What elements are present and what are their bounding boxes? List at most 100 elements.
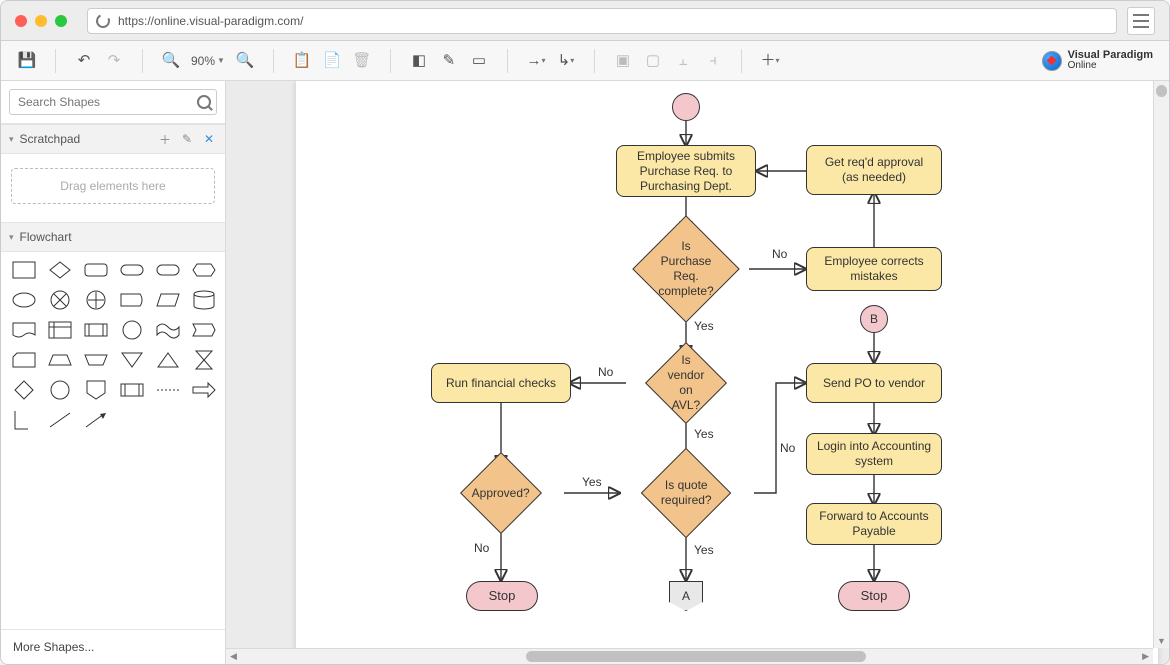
scroll-right-icon[interactable]: ▶	[1142, 649, 1149, 664]
horizontal-scrollbar[interactable]: ◀ ▶	[226, 648, 1153, 664]
edge-label-approved-yes: Yes	[582, 475, 602, 489]
node-avl-q-label: Is vendor on AVL?	[666, 353, 706, 413]
shape-offpage[interactable]	[83, 380, 109, 400]
node-start[interactable]	[672, 93, 700, 121]
edge-label-quote-no: No	[780, 441, 795, 455]
node-forward-ap[interactable]: Forward to Accounts Payable	[806, 503, 942, 545]
zoom-level[interactable]: 90%▼	[187, 54, 229, 68]
line-color-button[interactable]: ✎	[435, 47, 463, 75]
node-connector-b[interactable]: B	[860, 305, 888, 333]
node-stop-left[interactable]: Stop	[466, 581, 538, 611]
vscroll-thumb[interactable]	[1156, 85, 1167, 97]
align-button[interactable]: ⫠	[669, 47, 697, 75]
shape-line[interactable]	[47, 410, 73, 430]
scratchpad-header[interactable]: ▾ Scratchpad ＋ ✎ ✕	[1, 124, 225, 154]
shape-internal[interactable]	[47, 320, 73, 340]
node-complete-q[interactable]: Is Purchase Req. complete?	[632, 215, 739, 322]
shape-flag[interactable]	[191, 320, 217, 340]
hscroll-thumb[interactable]	[526, 651, 866, 662]
fill-color-button[interactable]: ◧	[405, 47, 433, 75]
scratchpad-add-icon[interactable]: ＋	[157, 131, 173, 147]
shape-cylinder[interactable]	[191, 290, 217, 310]
shape-stadium[interactable]	[155, 260, 181, 280]
close-icon[interactable]	[15, 15, 27, 27]
shape-predef[interactable]	[83, 320, 109, 340]
node-forward-ap-label: Forward to Accounts Payable	[815, 509, 933, 539]
scroll-down-icon[interactable]: ▼	[1154, 636, 1169, 646]
refresh-icon[interactable]	[94, 12, 112, 30]
menu-icon[interactable]	[1127, 7, 1155, 35]
shape-doc[interactable]	[11, 320, 37, 340]
shape-circlex[interactable]	[47, 290, 73, 310]
brand-logo[interactable]: Visual Paradigm Online	[1042, 50, 1163, 71]
shape-bracket[interactable]	[11, 410, 37, 430]
node-approved-q[interactable]: Approved?	[460, 452, 542, 534]
more-shapes-link[interactable]: More Shapes...	[1, 629, 225, 664]
shape-circle2[interactable]	[119, 320, 145, 340]
node-get-approval[interactable]: Get req'd approval (as needed)	[806, 145, 942, 195]
to-front-button[interactable]: ▣	[609, 47, 637, 75]
logo-line2: Online	[1068, 60, 1097, 71]
shape-delay[interactable]	[119, 380, 145, 400]
shape-line-arrow[interactable]	[83, 410, 109, 430]
node-offpage-a[interactable]: A	[669, 581, 703, 611]
edge-label-quote-yes: Yes	[694, 543, 714, 557]
scratchpad-edit-icon[interactable]: ✎	[179, 131, 195, 147]
scroll-left-icon[interactable]: ◀	[230, 649, 237, 664]
canvas-area[interactable]: Employee submits Purchase Req. to Purcha…	[226, 81, 1169, 664]
shape-tape[interactable]	[155, 320, 181, 340]
node-run-checks[interactable]: Run financial checks	[431, 363, 571, 403]
distribute-button[interactable]: ⫞	[699, 47, 727, 75]
node-correct[interactable]: Employee corrects mistakes	[806, 247, 942, 291]
shape-trap1[interactable]	[119, 290, 145, 310]
shape-triangleup[interactable]	[155, 350, 181, 370]
maximize-icon[interactable]	[55, 15, 67, 27]
address-bar[interactable]: https://online.visual-paradigm.com/	[87, 8, 1117, 34]
flowchart-header[interactable]: ▾ Flowchart	[1, 222, 225, 252]
redo-button[interactable]: ↷	[100, 47, 128, 75]
waypoint-style-button[interactable]: ↳▾	[552, 47, 580, 75]
shape-pill[interactable]	[119, 260, 145, 280]
node-avl-q[interactable]: Is vendor on AVL?	[645, 342, 727, 424]
shape-arrow[interactable]	[191, 380, 217, 400]
node-quote-q[interactable]: Is quote required?	[641, 448, 732, 539]
shape-hex[interactable]	[191, 260, 217, 280]
shadow-button[interactable]: ▭	[465, 47, 493, 75]
shape-ellipse[interactable]	[11, 290, 37, 310]
to-back-button[interactable]: ▢	[639, 47, 667, 75]
undo-button[interactable]: ↶	[70, 47, 98, 75]
zoom-in-button[interactable]: 🔍	[231, 47, 259, 75]
node-stop-right[interactable]: Stop	[838, 581, 910, 611]
copy-button[interactable]: 📋	[288, 47, 316, 75]
shape-trap2[interactable]	[47, 350, 73, 370]
drawing-paper[interactable]: Employee submits Purchase Req. to Purcha…	[296, 81, 1158, 664]
shape-parallelogram[interactable]	[155, 290, 181, 310]
vertical-scrollbar[interactable]: ▲ ▼	[1153, 81, 1169, 648]
scratchpad-close-icon[interactable]: ✕	[201, 131, 217, 147]
delete-button[interactable]: 🗑	[348, 47, 376, 75]
shape-diamond[interactable]	[47, 260, 73, 280]
shape-rounded[interactable]	[83, 260, 109, 280]
node-submit[interactable]: Employee submits Purchase Req. to Purcha…	[616, 145, 756, 197]
search-icon[interactable]	[197, 95, 211, 109]
paste-button[interactable]: 📄	[318, 47, 346, 75]
node-send-po[interactable]: Send PO to vendor	[806, 363, 942, 403]
add-button[interactable]: ＋▾	[756, 47, 784, 75]
save-button[interactable]: 💾	[13, 47, 41, 75]
shape-circle3[interactable]	[47, 380, 73, 400]
minimize-icon[interactable]	[35, 15, 47, 27]
shape-triangledn[interactable]	[119, 350, 145, 370]
shape-link[interactable]	[155, 380, 181, 400]
connector-style-button[interactable]: →▾	[522, 47, 550, 75]
shape-circleplus[interactable]	[83, 290, 109, 310]
scratchpad-dropzone[interactable]: Drag elements here	[11, 168, 215, 204]
shape-hourglass[interactable]	[191, 350, 217, 370]
edge-label-avl-no: No	[598, 365, 613, 379]
shape-diamond2[interactable]	[11, 380, 37, 400]
zoom-out-button[interactable]: 🔍	[157, 47, 185, 75]
shape-card[interactable]	[11, 350, 37, 370]
search-input[interactable]	[9, 89, 217, 115]
shape-trap3[interactable]	[83, 350, 109, 370]
node-login-acct[interactable]: Login into Accounting system	[806, 433, 942, 475]
shape-rect[interactable]	[11, 260, 37, 280]
